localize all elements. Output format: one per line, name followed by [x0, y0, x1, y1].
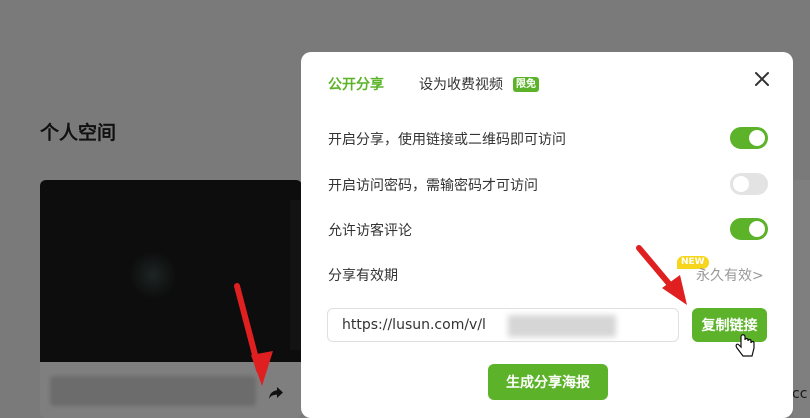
free-limited-badge: 限免: [513, 76, 539, 92]
toggle-knob: [749, 221, 765, 237]
generate-poster-button[interactable]: 生成分享海报: [488, 364, 608, 400]
toggle-knob: [749, 130, 765, 146]
comments-toggle[interactable]: [730, 218, 768, 240]
share-link-text: https://lusun.com/v/l: [342, 317, 486, 333]
password-toggle[interactable]: [730, 173, 768, 195]
link-redacted-blur: [508, 315, 616, 337]
setting-comments-label: 允许访客评论: [328, 223, 412, 239]
setting-share-label: 开启分享，使用链接或二维码即可访问: [328, 132, 566, 148]
share-link-field[interactable]: https://lusun.com/v/l: [327, 308, 679, 342]
expiry-selector[interactable]: 永久有效>: [696, 265, 764, 285]
tab-public-share[interactable]: 公开分享: [328, 74, 384, 94]
toggle-knob: [733, 176, 749, 192]
share-tabs: 公开分享 设为收费视频 限免: [328, 74, 539, 94]
copy-link-button[interactable]: 复制链接: [692, 308, 767, 342]
share-toggle[interactable]: [730, 127, 768, 149]
close-icon[interactable]: [753, 70, 771, 88]
share-dialog: 公开分享 设为收费视频 限免 开启分享，使用链接或二维码即可访问 开启访问密码，…: [301, 52, 793, 418]
tab-paid-video[interactable]: 设为收费视频: [419, 74, 503, 94]
setting-password-label: 开启访问密码，需输密码才可访问: [328, 178, 538, 194]
expiry-label: 分享有效期: [328, 268, 398, 284]
